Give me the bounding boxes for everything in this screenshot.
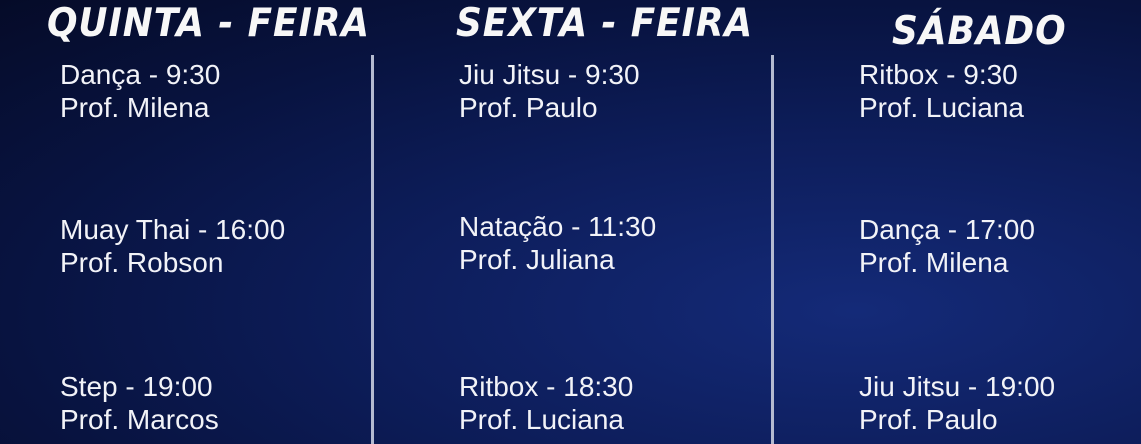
- day-title: SEXTA - FEIRA: [456, 1, 754, 46]
- class-name: Step - 19:00: [60, 371, 213, 402]
- class-entry: Ritbox - 9:30 Prof. Luciana: [859, 58, 1024, 124]
- day-title: QUINTA - FEIRA: [47, 1, 371, 46]
- class-entry: Jiu Jitsu - 19:00 Prof. Paulo: [859, 370, 1055, 436]
- class-name: Ritbox - 9:30: [859, 59, 1018, 90]
- day-column-sabado: SÁBADO Ritbox - 9:30 Prof. Luciana Dança…: [859, 0, 1139, 444]
- day-column-quinta: QUINTA - FEIRA Dança - 9:30 Prof. Milena…: [47, 0, 369, 444]
- class-entry: Jiu Jitsu - 9:30 Prof. Paulo: [459, 58, 640, 124]
- day-title: SÁBADO: [892, 9, 1067, 54]
- class-professor: Prof. Juliana: [459, 244, 615, 275]
- class-name: Ritbox - 18:30: [459, 371, 634, 402]
- class-professor: Prof. Robson: [60, 247, 224, 278]
- column-divider: [371, 55, 374, 444]
- class-entry: Natação - 11:30 Prof. Juliana: [459, 210, 656, 276]
- class-name: Jiu Jitsu - 19:00: [859, 371, 1056, 402]
- class-professor: Prof. Paulo: [859, 404, 998, 435]
- class-entry: Muay Thai - 16:00 Prof. Robson: [60, 213, 285, 279]
- class-name: Dança - 9:30: [60, 59, 221, 90]
- class-name: Muay Thai - 16:00: [60, 214, 286, 245]
- class-professor: Prof. Milena: [859, 247, 1009, 278]
- class-name: Dança - 17:00: [859, 214, 1035, 245]
- class-professor: Prof. Luciana: [459, 404, 624, 435]
- class-professor: Prof. Milena: [60, 92, 210, 123]
- class-name: Natação - 11:30: [459, 211, 657, 242]
- class-name: Jiu Jitsu - 9:30: [459, 59, 640, 90]
- class-professor: Prof. Marcos: [60, 404, 219, 435]
- class-entry: Dança - 17:00 Prof. Milena: [859, 213, 1035, 279]
- day-column-sexta: SEXTA - FEIRA Jiu Jitsu - 9:30 Prof. Pau…: [456, 0, 759, 444]
- class-entry: Dança - 9:30 Prof. Milena: [60, 58, 220, 124]
- class-entry: Ritbox - 18:30 Prof. Luciana: [459, 370, 633, 436]
- column-divider: [771, 55, 774, 444]
- class-professor: Prof. Luciana: [859, 92, 1024, 123]
- class-professor: Prof. Paulo: [459, 92, 598, 123]
- class-entry: Step - 19:00 Prof. Marcos: [60, 370, 219, 436]
